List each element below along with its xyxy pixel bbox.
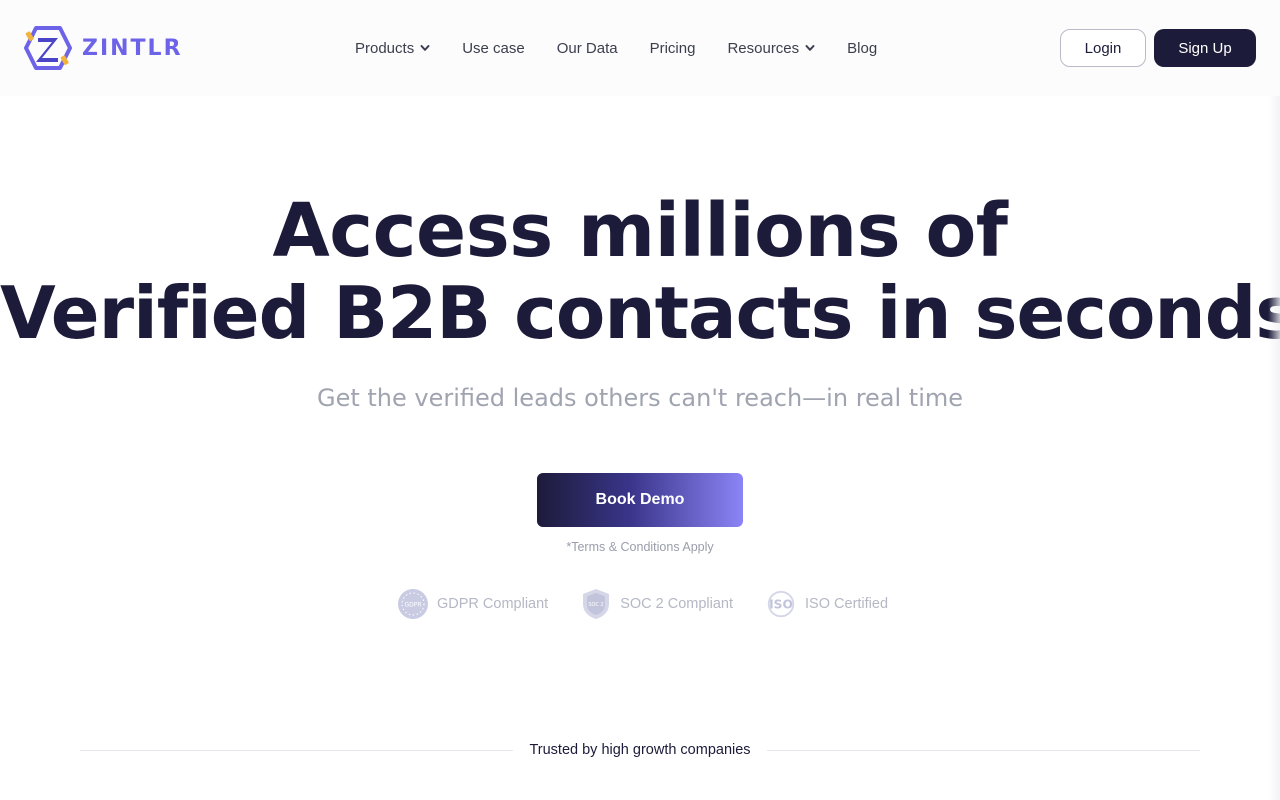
zintlr-logo-icon (24, 26, 72, 70)
iso-icon: ISO (765, 588, 797, 620)
hero-subtitle: Get the verified leads others can't reac… (316, 384, 964, 412)
hero-title-line-2: Verified B2B contacts in seconds. (0, 272, 1280, 354)
book-demo-button[interactable]: Book Demo (537, 473, 743, 527)
nav-item-resources[interactable]: Resources (727, 40, 815, 57)
nav-item-blog[interactable]: Blog (847, 40, 877, 57)
scrollbar-track[interactable] (1268, 96, 1280, 800)
brand-logo[interactable]: ZINTLR (24, 26, 183, 70)
badge-soc2: SOC 2 SOC 2 Compliant (580, 588, 733, 620)
terms-link[interactable]: *Terms & Conditions Apply (0, 540, 1280, 554)
hero-title: Access millions of Verified B2B contacts… (0, 190, 1280, 354)
divider-line (766, 749, 1201, 751)
nav-item-products[interactable]: Products (355, 40, 430, 57)
nav-item-our-data[interactable]: Our Data (557, 40, 618, 57)
badge-label: ISO Certified (805, 596, 889, 612)
site-header: ZINTLR Products Use case Our Data Pricin… (0, 0, 1280, 96)
badge-label: GDPR Compliant (437, 596, 549, 612)
nav-item-label: Blog (847, 39, 878, 57)
badge-gdpr: GDPR GDPR Compliant (397, 588, 548, 620)
nav-item-use-case[interactable]: Use case (462, 40, 525, 57)
login-button[interactable]: Login (1060, 29, 1146, 67)
nav-item-label: Products (355, 39, 415, 57)
hero-title-line-1: Access millions of (272, 188, 1008, 274)
soc2-shield-icon: SOC 2 (580, 588, 612, 620)
brand-name: ZINTLR (82, 35, 183, 61)
iso-icon-text: ISO (769, 598, 793, 612)
nav-item-label: Pricing (649, 39, 696, 57)
badge-iso: ISO ISO Certified (765, 588, 888, 620)
sign-up-button[interactable]: Sign Up (1154, 29, 1256, 67)
nav-item-label: Resources (727, 39, 800, 57)
badge-label: SOC 2 Compliant (620, 596, 734, 612)
soc2-shield-text: SOC 2 (589, 602, 604, 608)
main-nav: Products Use case Our Data Pricing Resou… (355, 36, 877, 60)
chevron-down-icon (420, 45, 430, 51)
hero-title-line-2-text: Verified B2B contacts in seconds (0, 271, 1280, 355)
nav-item-label: Our Data (556, 39, 618, 57)
nav-item-pricing[interactable]: Pricing (650, 40, 696, 57)
divider-line (80, 749, 514, 751)
chevron-down-icon (805, 45, 815, 51)
trusted-by-label: Trusted by high growth companies (529, 742, 751, 758)
gdpr-seal-icon: GDPR (397, 588, 429, 620)
compliance-badges: GDPR GDPR Compliant SOC 2 SOC 2 Complian… (397, 587, 888, 621)
nav-item-label: Use case (462, 39, 525, 57)
gdpr-seal-text: GDPR (404, 602, 421, 609)
trusted-by-divider: Trusted by high growth companies (80, 740, 1201, 760)
